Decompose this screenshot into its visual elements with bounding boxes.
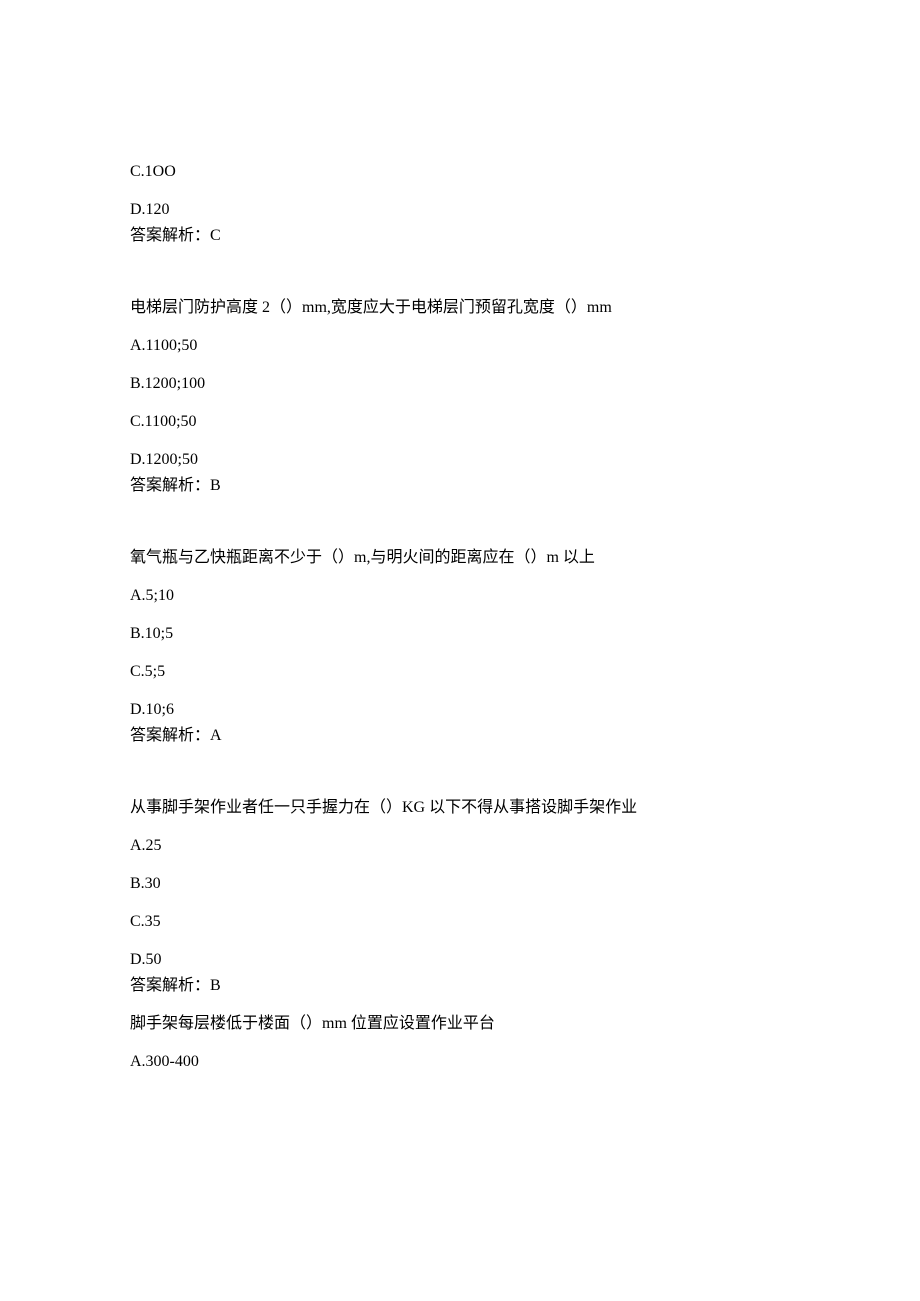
option-c: C.1100;50 (130, 410, 790, 434)
option-a: A.300-400 (130, 1050, 790, 1074)
answer-text: 答案解析：B (130, 974, 790, 998)
answer-text: 答案解析：C (130, 224, 790, 248)
option-a: A.5;10 (130, 584, 790, 608)
option-b: B.10;5 (130, 622, 790, 646)
question-text: 脚手架每层楼低于楼面（）mm 位置应设置作业平台 (130, 1012, 790, 1036)
answer-text: 答案解析：A (130, 724, 790, 748)
question-text: 电梯层门防护高度 2（）mm,宽度应大于电梯层门预留孔宽度（）mm (130, 296, 790, 320)
option-b: B.1200;100 (130, 372, 790, 396)
question-text: 氧气瓶与乙快瓶距离不少于（）m,与明火间的距离应在（）m 以上 (130, 546, 790, 570)
option-a: A.1100;50 (130, 334, 790, 358)
option-c: C.35 (130, 910, 790, 934)
option-d: D.1200;50 (130, 448, 790, 472)
option-d: D.50 (130, 948, 790, 972)
option-b: B.30 (130, 872, 790, 896)
option-c: C.5;5 (130, 660, 790, 684)
option-d: D.10;6 (130, 698, 790, 722)
answer-text: 答案解析：B (130, 474, 790, 498)
question-text: 从事脚手架作业者任一只手握力在（）KG 以下不得从事搭设脚手架作业 (130, 796, 790, 820)
option-c: C.1OO (130, 160, 790, 184)
option-d: D.120 (130, 198, 790, 222)
option-a: A.25 (130, 834, 790, 858)
